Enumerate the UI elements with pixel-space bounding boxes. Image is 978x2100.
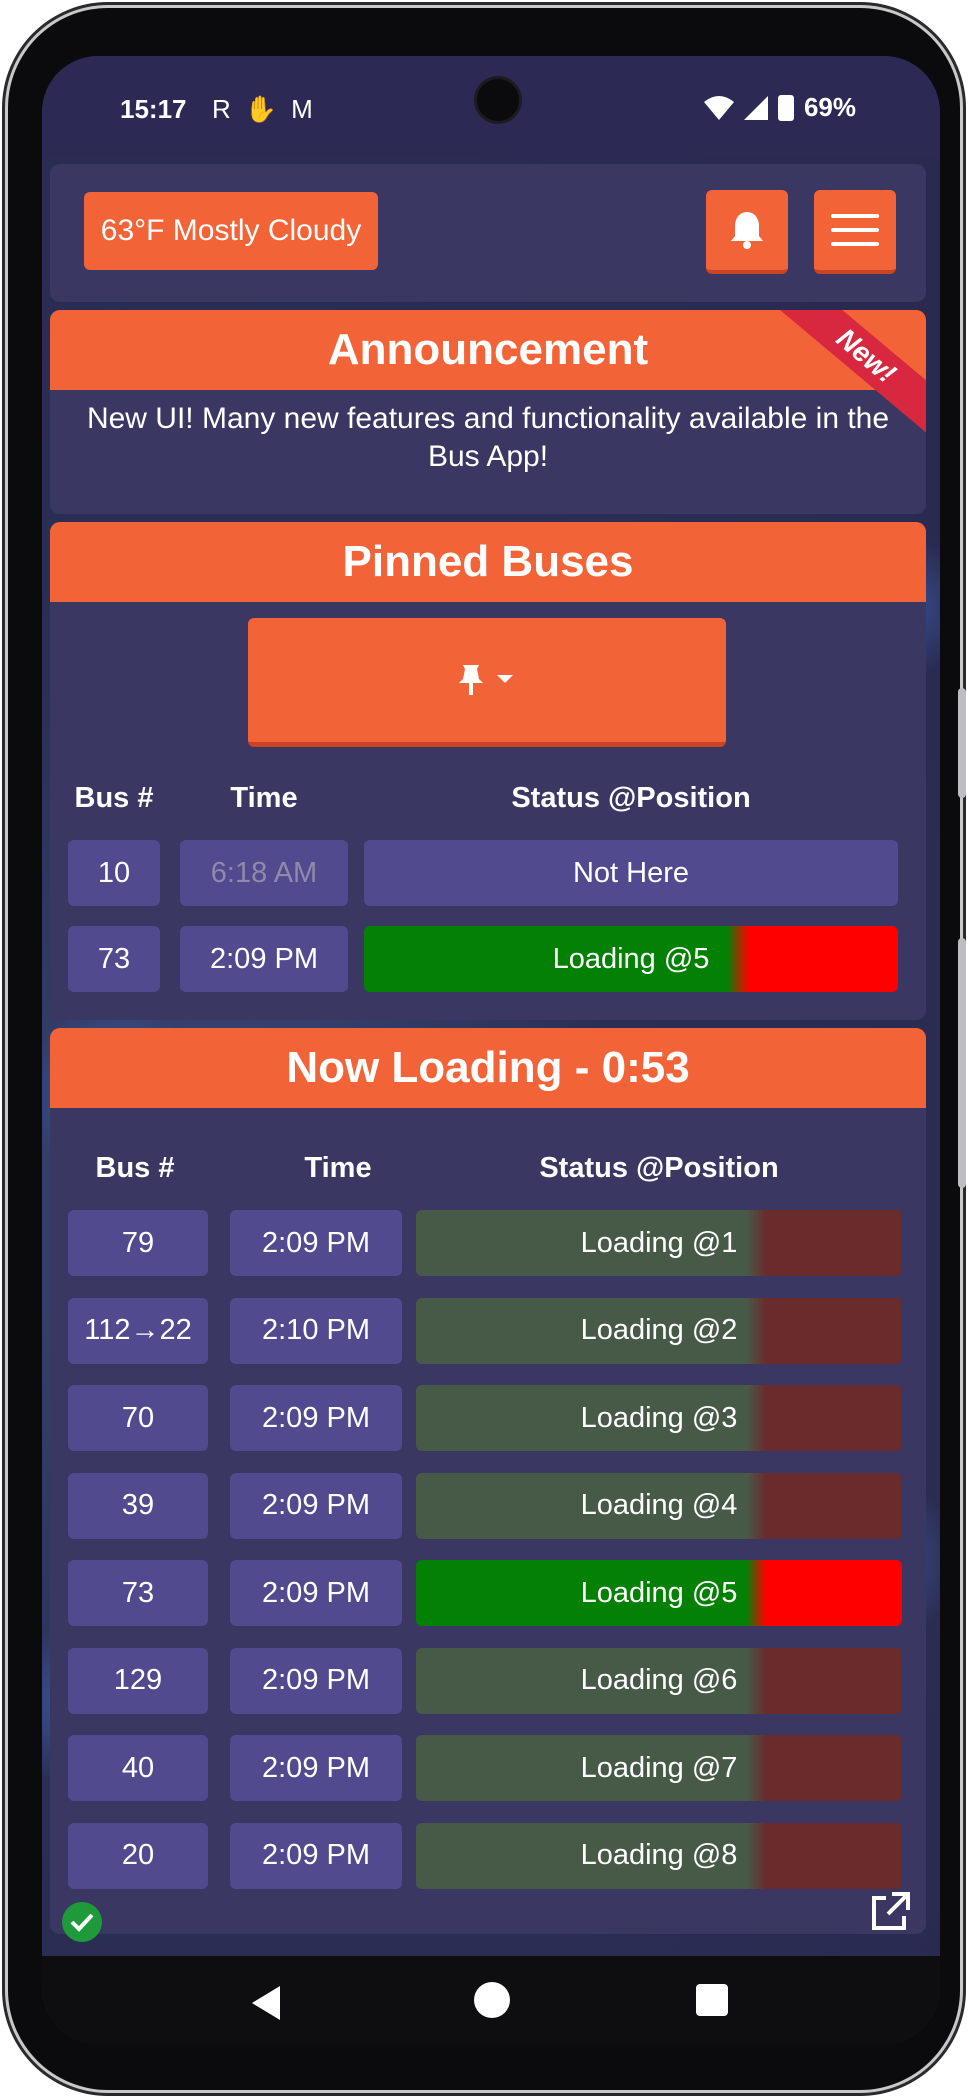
pin-dropdown-button[interactable] [248, 618, 726, 747]
announcement-card: Announcement New! New UI! Many new featu… [50, 310, 926, 514]
status-cell[interactable]: Loading @1 [416, 1210, 902, 1276]
clock: 15:17 [120, 94, 187, 124]
bus-number-cell[interactable]: 39 [68, 1472, 208, 1539]
time-cell: 6:18 AM [180, 840, 348, 906]
power-button [958, 938, 966, 1188]
status-cell[interactable]: Loading @7 [416, 1735, 902, 1801]
pinned-buses-title: Pinned Buses [50, 522, 926, 602]
volume-button [958, 688, 966, 798]
check-circle-icon [62, 1902, 102, 1942]
status-bar: 15:17 R✋M 69% [42, 56, 940, 158]
system-icons: 69% [703, 92, 856, 123]
col-header-status: Status @Position [539, 1152, 779, 1184]
android-nav-bar [42, 1956, 940, 2044]
notification-icons: R✋M [212, 94, 327, 125]
announcement-text: New UI! Many new features and functional… [86, 402, 890, 473]
pin-dropdown-icon [459, 665, 513, 695]
now-loading-title: Now Loading - 0:53 [50, 1028, 926, 1108]
bus-number-cell[interactable]: 129 [68, 1647, 208, 1714]
bus-number-cell[interactable]: 70 [68, 1385, 208, 1451]
bus-number-cell[interactable]: 40 [68, 1735, 208, 1801]
time-cell: 2:09 PM [230, 1822, 402, 1889]
notifications-button[interactable] [706, 190, 788, 274]
home-icon[interactable] [474, 1982, 510, 2018]
pinned-buses-card: Pinned Buses Bus # Time Status @Position… [50, 522, 926, 1020]
wifi-icon [703, 95, 734, 120]
status-cell[interactable]: Loading @3 [416, 1385, 902, 1451]
time-cell: 2:09 PM [230, 1560, 402, 1626]
col-header-bus: Bus # [74, 782, 154, 814]
time-cell: 2:09 PM [230, 1735, 402, 1801]
bus-number-cell[interactable]: 20 [68, 1822, 208, 1889]
time-cell: 2:09 PM [230, 1647, 402, 1714]
bus-number-cell[interactable]: 79 [68, 1210, 208, 1276]
time-cell: 2:10 PM [230, 1297, 402, 1364]
bus-number-cell[interactable]: 73 [68, 926, 160, 992]
screen: 15:17 R✋M 69% 63°F Mostly Cloudy Announc… [42, 56, 940, 2044]
time-cell: 2:09 PM [230, 1385, 402, 1451]
status-cell[interactable]: Loading @6 [416, 1647, 902, 1714]
signal-icon [743, 95, 768, 120]
col-header-bus: Bus # [95, 1152, 175, 1184]
phone-frame: 15:17 R✋M 69% 63°F Mostly Cloudy Announc… [8, 8, 966, 2090]
time-cell: 2:09 PM [180, 926, 348, 992]
now-loading-card: Now Loading - 0:53 Bus # Time Status @Po… [50, 1028, 926, 1934]
back-icon[interactable] [252, 1986, 280, 2020]
status-cell[interactable]: Not Here [364, 840, 898, 906]
hand-icon: ✋ [244, 94, 292, 124]
bus-number-cell[interactable]: 10 [68, 840, 160, 906]
recents-icon[interactable] [696, 1984, 728, 2016]
col-header-time: Time [304, 1152, 372, 1184]
bus-number-cell[interactable]: 73 [68, 1560, 208, 1626]
bell-icon [731, 212, 763, 249]
time-cell: 2:09 PM [230, 1210, 402, 1276]
weather-button[interactable]: 63°F Mostly Cloudy [84, 192, 378, 270]
battery-icon [777, 94, 794, 121]
status-cell[interactable]: Loading @5 [364, 926, 898, 992]
col-header-status: Status @Position [511, 782, 751, 814]
status-cell[interactable]: Loading @5 [416, 1560, 902, 1626]
top-bar: 63°F Mostly Cloudy [50, 164, 926, 302]
time-cell: 2:09 PM [230, 1472, 402, 1539]
external-link-icon[interactable] [868, 1890, 912, 1934]
app-content: 63°F Mostly Cloudy Announcement New! New… [42, 158, 940, 1956]
status-cell[interactable]: Loading @4 [416, 1472, 902, 1539]
hamburger-menu-icon [831, 214, 879, 246]
battery-percent: 69% [803, 92, 856, 122]
gmail-icon: M [291, 94, 327, 124]
status-cell[interactable]: Loading @2 [416, 1297, 902, 1364]
camera-cutout [474, 76, 522, 124]
col-header-time: Time [230, 782, 298, 814]
menu-button[interactable] [814, 190, 896, 274]
reddit-icon: R [212, 94, 245, 124]
bus-number-cell[interactable]: 112→22 [68, 1297, 208, 1364]
status-cell[interactable]: Loading @8 [416, 1822, 902, 1889]
